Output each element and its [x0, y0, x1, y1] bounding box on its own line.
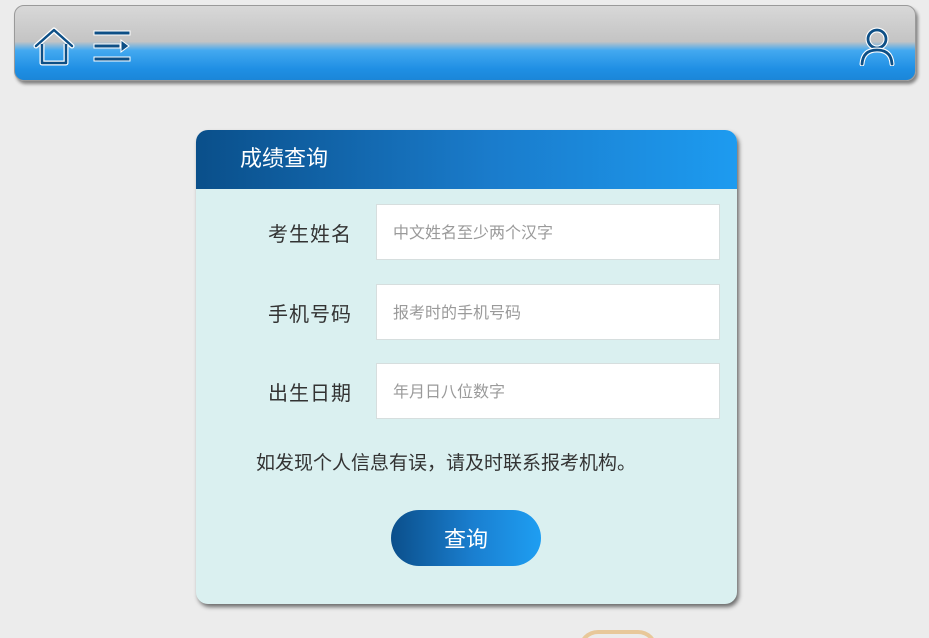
phone-row: 手机号码 [196, 284, 737, 340]
phone-input[interactable] [376, 284, 720, 340]
birthdate-label: 出生日期 [268, 381, 352, 405]
phone-label: 手机号码 [268, 302, 352, 326]
user-icon[interactable] [859, 26, 895, 66]
score-query-card: 成绩查询 考生姓名 手机号码 出生日期 如发现个人信息有误，请及时联系报考机构。… [196, 130, 737, 604]
name-label: 考生姓名 [268, 222, 352, 246]
query-button[interactable]: 查询 [391, 510, 541, 566]
home-icon[interactable] [32, 26, 76, 66]
name-row: 考生姓名 [196, 204, 737, 260]
card-title: 成绩查询 [196, 130, 737, 189]
notice-text: 如发现个人信息有误，请及时联系报考机构。 [256, 452, 637, 474]
menu-icon[interactable] [93, 28, 131, 64]
page: 成绩查询 考生姓名 手机号码 出生日期 如发现个人信息有误，请及时联系报考机构。… [0, 0, 929, 638]
name-input[interactable] [376, 204, 720, 260]
birthdate-input[interactable] [376, 363, 720, 419]
top-navigation-bar [14, 5, 916, 81]
decorative-arc [578, 630, 658, 638]
birthdate-row: 出生日期 [196, 363, 737, 419]
